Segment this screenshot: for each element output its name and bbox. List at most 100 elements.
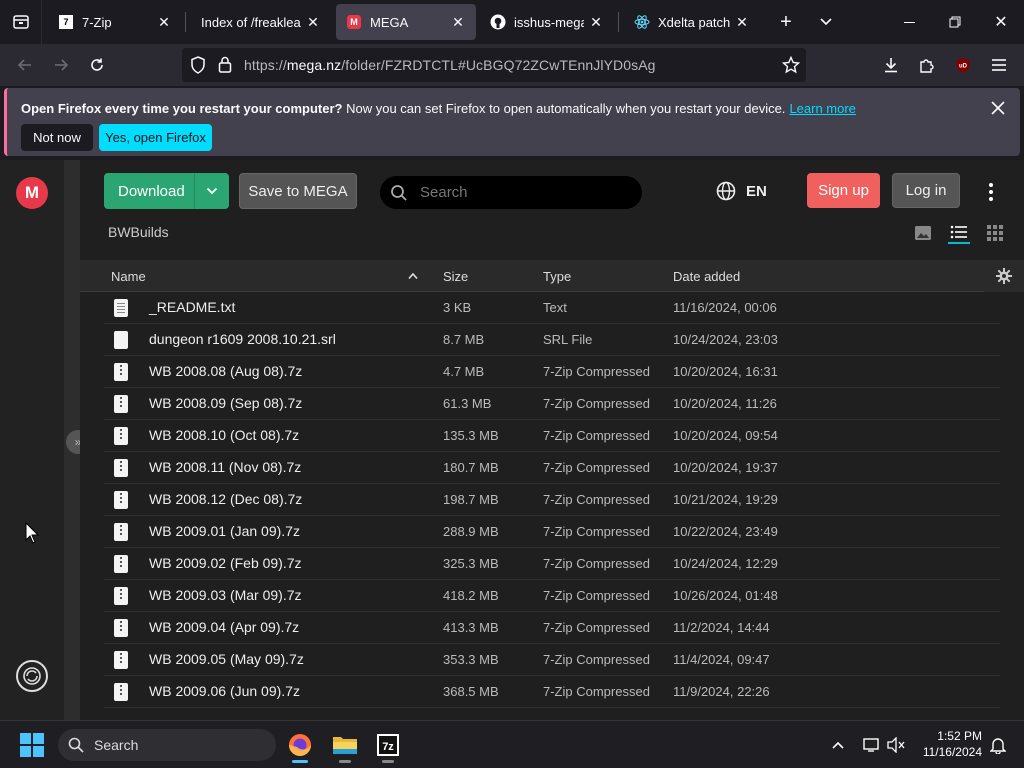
yes-open-firefox-button[interactable]: Yes, open Firefox [99, 124, 212, 151]
firefox-view-button[interactable] [0, 0, 42, 44]
not-now-button[interactable]: Not now [21, 124, 93, 151]
reload-button[interactable] [82, 50, 112, 80]
tracking-protection-icon[interactable] [190, 56, 206, 79]
lock-icon[interactable] [218, 56, 232, 78]
column-size-header[interactable]: Size [443, 269, 468, 284]
file-row[interactable]: WB 2009.03 (Mar 09).7z 418.2 MB 7-Zip Comp… [104, 580, 1000, 612]
close-window-button[interactable]: ✕ [978, 0, 1024, 44]
chevron-down-icon [820, 18, 832, 26]
column-settings-button[interactable] [984, 260, 1024, 292]
download-button[interactable]: Download [104, 173, 229, 209]
tab-github[interactable]: isshus-megaarc ✕ [480, 4, 614, 40]
app-menu-button[interactable] [984, 50, 1014, 80]
file-row[interactable]: WB 2008.11 (Nov 08).7z 180.7 MB 7-Zip Comp… [104, 452, 1000, 484]
list-all-tabs-button[interactable] [814, 8, 838, 36]
tab-mega[interactable]: M MEGA ✕ [336, 4, 476, 40]
file-row[interactable]: WB 2009.04 (Apr 09).7z 413.3 MB 7-Zip Comp… [104, 612, 1000, 644]
sign-up-button[interactable]: Sign up [807, 173, 880, 208]
file-row[interactable]: WB 2008.12 (Dec 08).7z 198.7 MB 7-Zip Comp… [104, 484, 1000, 516]
close-tab-icon[interactable]: ✕ [156, 14, 172, 31]
forward-button[interactable] [46, 50, 76, 80]
tab-divider [185, 12, 186, 32]
taskbar-search[interactable]: Search [58, 729, 276, 761]
new-tab-button[interactable]: + [772, 8, 800, 36]
back-button[interactable] [10, 50, 40, 80]
language-code: EN [746, 182, 767, 200]
file-table-header: Name Size Type Date added [80, 260, 984, 292]
file-row[interactable]: WB 2009.06 (Jun 09).7z 368.5 MB 7-Zip Comp… [104, 676, 1000, 708]
close-tab-icon[interactable]: ✕ [305, 14, 321, 31]
volume-button[interactable] [884, 727, 908, 763]
ublock-origin-button[interactable]: uD [948, 50, 978, 80]
file-name[interactable]: WB 2008.09 (Sep 08).7z [149, 395, 302, 411]
file-name[interactable]: WB 2008.10 (Oct 08).7z [149, 427, 299, 443]
minimize-button[interactable] [886, 0, 932, 44]
file-name[interactable]: _README.txt [149, 299, 235, 315]
file-name[interactable]: WB 2009.05 (May 09).7z [149, 651, 304, 667]
file-row[interactable]: WB 2009.01 (Jan 09).7z 288.9 MB 7-Zip Comp… [104, 516, 1000, 548]
language-selector[interactable]: EN [716, 181, 767, 201]
file-name[interactable]: WB 2009.03 (Mar 09).7z [149, 587, 302, 603]
notification-close-button[interactable] [988, 98, 1008, 118]
tab-7zip[interactable]: 7 7-Zip ✕ [48, 4, 182, 40]
file-row[interactable]: WB 2008.10 (Oct 08).7z 135.3 MB 7-Zip Comp… [104, 420, 1000, 452]
file-name[interactable]: WB 2009.04 (Apr 09).7z [149, 619, 299, 635]
close-tab-icon[interactable]: ✕ [450, 14, 466, 31]
start-button[interactable] [12, 727, 52, 763]
file-name[interactable]: WB 2009.02 (Feb 09).7z [149, 555, 302, 571]
more-options-button[interactable] [982, 180, 1000, 204]
search-input[interactable]: Search [380, 176, 642, 209]
sort-ascending-icon[interactable] [408, 268, 418, 283]
column-date-header[interactable]: Date added [673, 269, 740, 284]
file-type: 7-Zip Compressed [543, 396, 650, 411]
column-type-header[interactable]: Type [543, 269, 571, 284]
view-mode-switcher [912, 222, 1006, 244]
taskbar-7zip[interactable]: 7z [368, 727, 408, 763]
save-to-mega-button[interactable]: Save to MEGA [239, 173, 357, 209]
file-type: 7-Zip Compressed [543, 428, 650, 443]
puzzle-icon [920, 59, 934, 73]
address-bar[interactable]: https://mega.nz/folder/FZRDTCTL#UcBGQ72Z… [182, 48, 806, 82]
firefox-autostart-notification: Open Firefox every time you restart your… [4, 88, 1020, 156]
file-row[interactable]: WB 2009.05 (May 09).7z 353.3 MB 7-Zip Comp… [104, 644, 1000, 676]
taskbar-firefox[interactable] [280, 727, 320, 763]
file-name[interactable]: WB 2009.06 (Jun 09).7z [149, 683, 300, 699]
learn-more-link[interactable]: Learn more [789, 101, 855, 116]
file-name[interactable]: WB 2008.11 (Nov 08).7z [149, 459, 301, 475]
tab-index-freakleak[interactable]: Index of /freakleak/\ ✕ [191, 4, 331, 40]
file-row[interactable]: _README.txt 3 KB Text 11/16/2024, 00:06 [104, 292, 1000, 324]
url-text[interactable]: https://mega.nz/folder/FZRDTCTL#UcBGQ72Z… [244, 57, 656, 73]
tab-xdelta[interactable]: Xdelta patcher ✕ [624, 4, 760, 40]
extensions-button[interactable] [912, 50, 942, 80]
download-options-button[interactable] [194, 173, 228, 209]
archive-file-icon [114, 427, 128, 445]
file-row[interactable]: WB 2008.09 (Sep 08).7z 61.3 MB 7-Zip Compr… [104, 388, 1000, 420]
file-type: SRL File [543, 332, 593, 347]
grid-view-button[interactable] [984, 222, 1006, 244]
system-clock[interactable]: 1:52 PM 11/16/2024 [910, 728, 982, 760]
bookmark-star-icon[interactable] [781, 55, 801, 79]
network-status-button[interactable] [858, 727, 886, 763]
notifications-button[interactable] [984, 727, 1012, 763]
list-view-button[interactable] [948, 222, 970, 244]
file-name[interactable]: dungeon r1609 2008.10.21.srl [149, 331, 336, 347]
show-hidden-icons-button[interactable] [818, 727, 858, 763]
taskbar-file-explorer[interactable] [325, 727, 365, 763]
close-tab-icon[interactable]: ✕ [588, 14, 604, 31]
close-tab-icon[interactable]: ✕ [734, 14, 750, 31]
column-name-header[interactable]: Name [111, 269, 146, 284]
file-name[interactable]: WB 2008.12 (Dec 08).7z [149, 491, 302, 507]
file-row[interactable]: WB 2008.08 (Aug 08).7z 4.7 MB 7-Zip Compre… [104, 356, 1000, 388]
svg-text:7z: 7z [382, 741, 394, 753]
mega-logo[interactable]: M [16, 177, 48, 209]
downloads-button[interactable] [876, 50, 906, 80]
media-view-button[interactable] [912, 222, 934, 244]
file-name[interactable]: WB 2009.01 (Jan 09).7z [149, 523, 300, 539]
mega-sync-button[interactable] [16, 660, 48, 692]
restore-button[interactable] [932, 0, 978, 44]
breadcrumb[interactable]: BWBuilds [108, 224, 169, 240]
file-row[interactable]: WB 2009.02 (Feb 09).7z 325.3 MB 7-Zip Comp… [104, 548, 1000, 580]
file-row[interactable]: dungeon r1609 2008.10.21.srl 8.7 MB SRL Fi… [104, 324, 1000, 356]
file-name[interactable]: WB 2008.08 (Aug 08).7z [149, 363, 302, 379]
log-in-button[interactable]: Log in [892, 173, 960, 208]
